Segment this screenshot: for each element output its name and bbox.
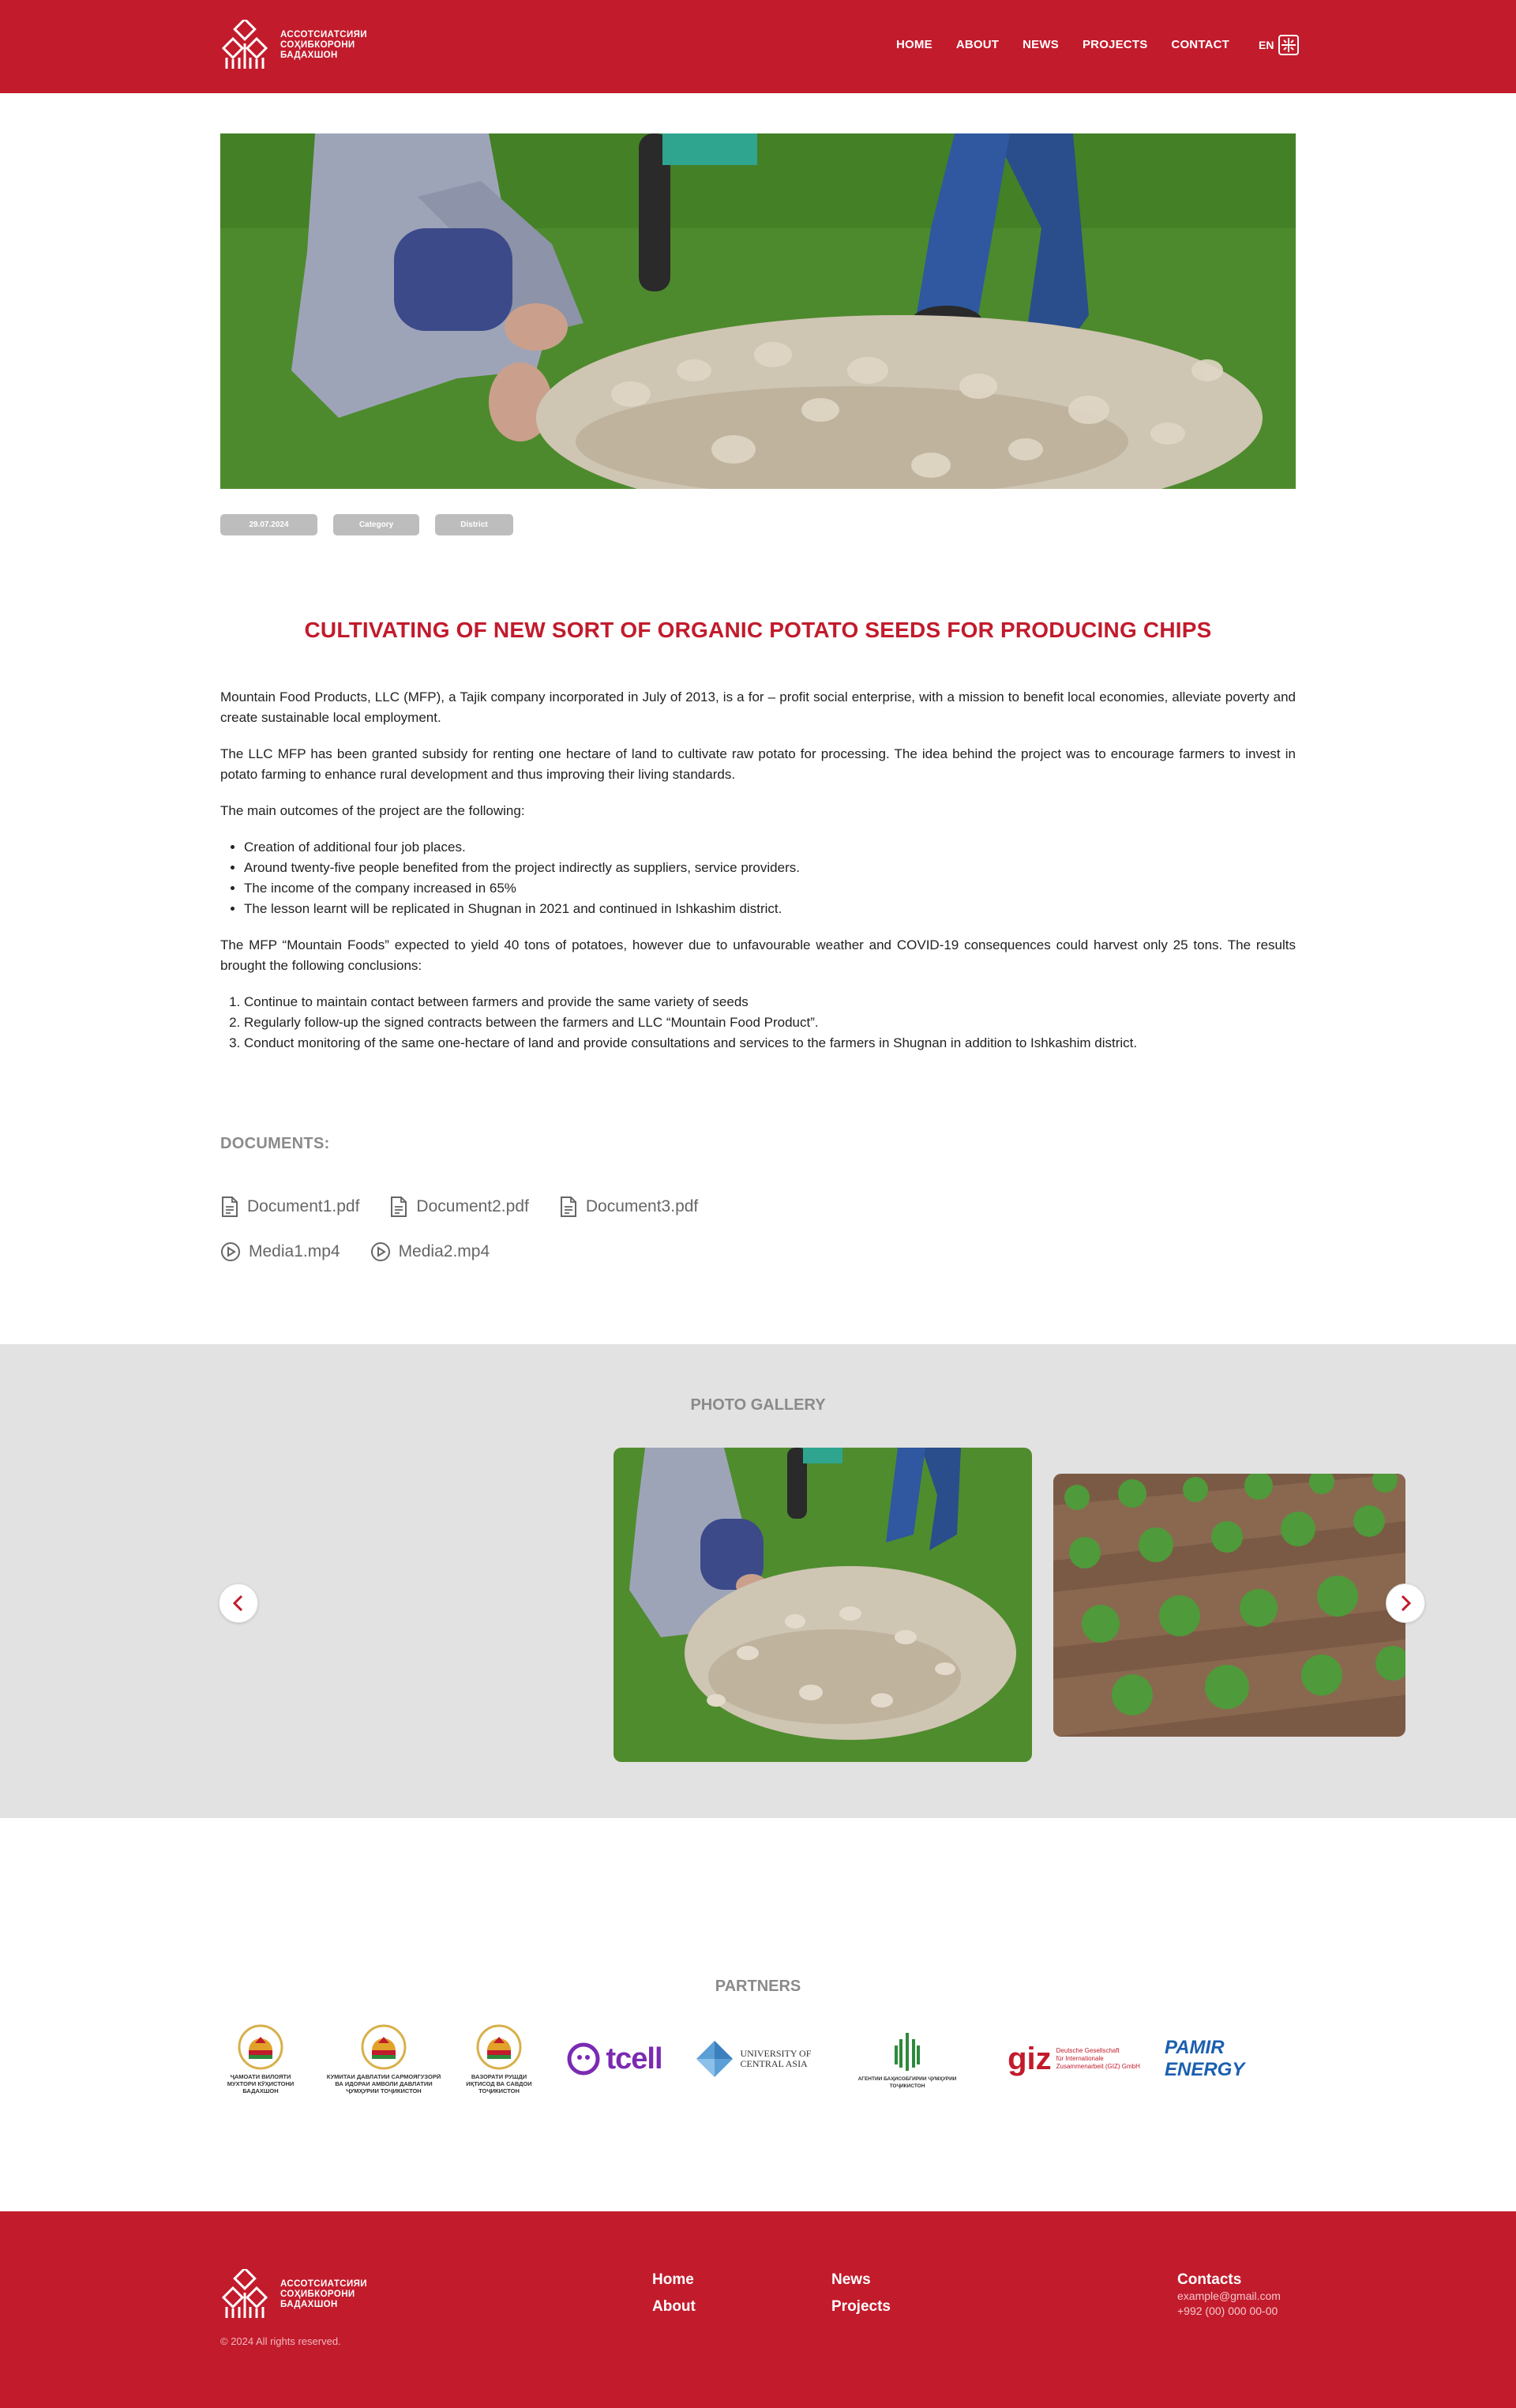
footer-nav-col-2: News Projects	[831, 2271, 891, 2325]
file-icon	[222, 1196, 238, 1217]
document-link[interactable]: Document2.pdf	[389, 1196, 529, 1218]
wheat-emblem-icon	[895, 2033, 920, 2071]
logo-emblem-icon	[221, 2269, 268, 2318]
article-body: Mountain Food Products, LLC (MFP), a Taj…	[220, 687, 1296, 1069]
documents-heading: DOCUMENTS:	[220, 1135, 330, 1152]
site-logo[interactable]: АССОТСИАТСИЯИ СОҲИБКОРОНИ БАДАХШОН	[220, 20, 367, 70]
state-emblem-icon	[361, 2024, 407, 2069]
list-item: Creation of additional four job places.	[244, 837, 1296, 858]
gallery-next-button[interactable]	[1386, 1583, 1425, 1623]
partners-logos: ҶАМОАТИ ВИЛОЯТИ МУХТОРИ КӮҲИСТОНИ БАДАХШ…	[220, 2015, 1296, 2102]
uca-diamond-icon	[696, 2041, 733, 2077]
partner-logo-pamir-energy[interactable]: PAMIR ENERGY	[1165, 2015, 1296, 2102]
conclusions-list: Continue to maintain contact between far…	[244, 992, 1296, 1054]
article-tags: 29.07.2024 Category District	[220, 514, 513, 535]
chevron-left-icon	[232, 1595, 243, 1612]
category-badge[interactable]: Category	[333, 514, 419, 535]
article-paragraph: The LLC MFP has been granted subsidy for…	[220, 746, 1296, 782]
partners-heading: PARTNERS	[715, 1978, 801, 1995]
partner-logo-uca[interactable]: UNIVERSITY OF CENTRAL ASIA	[692, 2015, 826, 2102]
document-link[interactable]: Document1.pdf	[220, 1196, 359, 1218]
documents-list: Document1.pdf Document2.pdf Document3.pd…	[220, 1196, 698, 1218]
site-header: АССОТСИАТСИЯИ СОҲИБКОРОНИ БАДАХШОН HOME …	[0, 0, 1516, 93]
media-list: Media1.mp4 Media2.mp4	[220, 1242, 490, 1262]
date-badge: 29.07.2024	[220, 514, 317, 535]
chevron-right-icon	[1401, 1595, 1412, 1612]
gallery-image[interactable]	[614, 1448, 1032, 1762]
giz-subtitle: Deutsche Gesellschaft für Internationale…	[1056, 2047, 1140, 2070]
potato-field-thumbnail	[1053, 1474, 1405, 1737]
list-item: Conduct monitoring of the same one-hecta…	[244, 1033, 1296, 1054]
partner-logo[interactable]: ВАЗОРАТИ РУШДИ ИҚТИСОД ВА САВДОИ ТОҶИКИС…	[461, 2015, 537, 2102]
play-icon	[370, 1242, 390, 1261]
footer-link-about[interactable]: About	[652, 2298, 696, 2316]
document-link[interactable]: Document3.pdf	[559, 1196, 698, 1218]
nav-contact[interactable]: CONTACT	[1171, 38, 1229, 51]
site-footer: АССОТСИАТСИЯИ СОҲИБКОРОНИ БАДАХШОН © 202…	[0, 2211, 1516, 2408]
file-icon	[391, 1196, 407, 1217]
language-switcher[interactable]: EN	[1259, 35, 1300, 55]
nav-about[interactable]: ABOUT	[956, 38, 999, 51]
file-icon	[560, 1196, 576, 1217]
footer-contacts: Contacts example@gmail.com +992 (00) 000…	[1177, 2271, 1281, 2319]
list-item: The income of the company increased in 6…	[244, 878, 1296, 899]
contact-phone[interactable]: +992 (00) 000 00-00	[1177, 2304, 1281, 2319]
main-nav: HOME ABOUT NEWS PROJECTS CONTACT	[896, 38, 1253, 51]
potato-harvest-photo	[220, 133, 1296, 489]
article-title: CULTIVATING OF NEW SORT OF ORGANIC POTAT…	[304, 618, 1212, 642]
article-hero-image	[220, 133, 1296, 489]
gallery-prev-button[interactable]	[219, 1583, 258, 1623]
footer-nav-col-1: Home About	[652, 2271, 696, 2325]
list-item: The lesson learnt will be replicated in …	[244, 899, 1296, 919]
partner-logo-tcell[interactable]: tcell	[563, 2015, 666, 2102]
partner-logo[interactable]: АГЕНТИИ БАҲИСОБГИРИИ ҶУМҲУРИИ ТОҶИКИСТОН	[848, 2015, 966, 2102]
footer-link-news[interactable]: News	[831, 2271, 891, 2289]
language-icon	[1278, 35, 1300, 55]
article-paragraph: The MFP “Mountain Foods” expected to yie…	[220, 937, 1296, 973]
footer-link-projects[interactable]: Projects	[831, 2298, 891, 2316]
contact-email[interactable]: example@gmail.com	[1177, 2289, 1281, 2304]
article-paragraph: Mountain Food Products, LLC (MFP), a Taj…	[220, 689, 1296, 725]
state-emblem-icon	[476, 2024, 522, 2069]
article-paragraph: The main outcomes of the project are the…	[220, 803, 525, 818]
nav-news[interactable]: NEWS	[1023, 38, 1059, 51]
copyright-text: © 2024 All rights reserved.	[220, 2335, 341, 2347]
district-badge[interactable]: District	[435, 514, 513, 535]
logo-text: АССОТСИАТСИЯИ СОҲИБКОРОНИ БАДАХШОН	[280, 2278, 367, 2309]
state-emblem-icon	[238, 2024, 283, 2069]
nav-projects[interactable]: PROJECTS	[1083, 38, 1147, 51]
partner-logo[interactable]: ҶАМОАТИ ВИЛОЯТИ МУХТОРИ КӮҲИСТОНИ БАДАХШ…	[220, 2015, 301, 2102]
tcell-logo-icon	[567, 2042, 600, 2076]
potato-harvest-thumbnail	[614, 1448, 1032, 1762]
media-link[interactable]: Media1.mp4	[220, 1242, 340, 1262]
list-item: Regularly follow-up the signed contracts…	[244, 1012, 1296, 1033]
logo-text: АССОТСИАТСИЯИ СОҲИБКОРОНИ БАДАХШОН	[280, 29, 367, 60]
logo-emblem-icon	[221, 20, 268, 69]
footer-logo[interactable]: АССОТСИАТСИЯИ СОҲИБКОРОНИ БАДАХШОН	[220, 2269, 367, 2320]
outcomes-list: Creation of additional four job places. …	[244, 837, 1296, 919]
partner-logo-giz[interactable]: giz Deutsche Gesellschaft für Internatio…	[1007, 2015, 1141, 2102]
partner-logo[interactable]: КУМИТАИ ДАВЛАТИИ САРМОЯГУЗОРӢ ВА ИДОРАИ …	[325, 2015, 443, 2102]
contacts-heading: Contacts	[1177, 2271, 1242, 2288]
list-item: Continue to maintain contact between far…	[244, 992, 1296, 1012]
play-icon	[221, 1242, 240, 1261]
gallery-image[interactable]	[1053, 1474, 1405, 1737]
photo-gallery: PHOTO GALLERY	[0, 1344, 1516, 1818]
language-label: EN	[1259, 39, 1274, 51]
gallery-heading: PHOTO GALLERY	[690, 1396, 826, 1414]
nav-home[interactable]: HOME	[896, 38, 932, 51]
list-item: Around twenty-five people benefited from…	[244, 858, 1296, 878]
footer-link-home[interactable]: Home	[652, 2271, 696, 2289]
media-link[interactable]: Media2.mp4	[370, 1242, 490, 1262]
